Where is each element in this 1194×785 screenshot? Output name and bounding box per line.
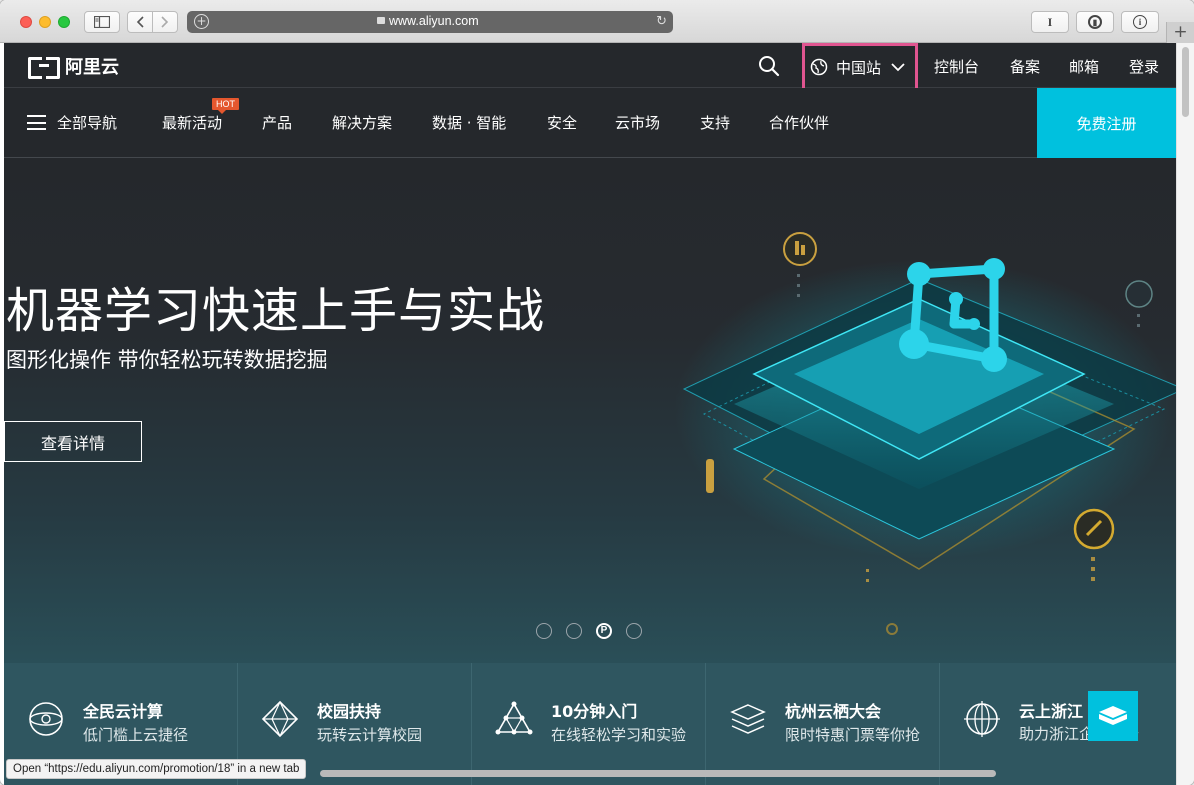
password-manager-button[interactable]: ▮ xyxy=(1076,11,1114,33)
free-register-button[interactable]: 免费注册 xyxy=(1037,88,1176,158)
chevron-down-icon xyxy=(891,63,905,72)
password-manager-icon: ▮ xyxy=(1088,15,1102,29)
minimize-window-button[interactable] xyxy=(39,16,51,28)
nav-item-support[interactable]: 支持 xyxy=(700,112,730,133)
vertical-scrollbar[interactable] xyxy=(1176,43,1194,785)
feature-card[interactable]: 杭州云栖大会 限时特惠门票等你抢 xyxy=(706,663,940,785)
icp-filing-link[interactable]: 备案 xyxy=(1010,56,1040,77)
machine-learning-illustration xyxy=(674,232,1176,635)
carousel-dot-active[interactable]: P xyxy=(596,623,612,639)
hero-banner[interactable]: 机器学习快速上手与实战 图形化操作 带你轻松玩转数据挖掘 查看详情 P xyxy=(4,159,1176,663)
url-display: www.aliyun.com xyxy=(377,14,479,28)
diamond-network-icon xyxy=(261,700,299,738)
aliyun-logo[interactable]: 阿里云 xyxy=(27,53,119,79)
view-details-button[interactable]: 查看详情 xyxy=(4,421,142,462)
carousel-pagination: P xyxy=(536,623,642,639)
mail-link[interactable]: 邮箱 xyxy=(1069,56,1099,77)
url-text: www.aliyun.com xyxy=(389,14,479,28)
feature-subtitle: 低门槛上云捷径 xyxy=(83,726,189,744)
nav-item-data-intelligence[interactable]: 数据 · 智能 xyxy=(432,112,506,133)
nav-item-partners[interactable]: 合作伙伴 xyxy=(769,112,829,133)
address-bar[interactable]: + www.aliyun.com ↻ xyxy=(187,11,673,33)
feature-card[interactable]: 10分钟入门 在线轻松学习和实验 xyxy=(472,663,706,785)
lock-icon xyxy=(377,17,385,24)
close-window-button[interactable] xyxy=(20,16,32,28)
forward-button[interactable] xyxy=(152,11,178,33)
nav-all[interactable]: 全部导航 xyxy=(57,112,117,133)
new-tab-button[interactable]: + xyxy=(1166,22,1194,43)
feature-title: 杭州云栖大会 xyxy=(785,702,882,721)
nav-item-security[interactable]: 安全 xyxy=(547,112,577,133)
horizontal-scrollbar[interactable] xyxy=(320,770,996,777)
link-status-bar: Open “https://edu.aliyun.com/promotion/1… xyxy=(6,759,307,779)
browser-window: + www.aliyun.com ↻ I ▮ i + 阿里云 中国站 控制台 备… xyxy=(0,0,1194,785)
sidebar-icon xyxy=(94,16,110,28)
feature-title: 10分钟入门 xyxy=(551,702,638,721)
chat-widget-button[interactable] xyxy=(1088,691,1138,741)
globe-icon xyxy=(29,702,63,736)
globe-icon xyxy=(810,58,828,76)
info-icon-glyph: i xyxy=(1138,17,1142,27)
scrollbar-thumb[interactable] xyxy=(1182,47,1189,117)
reader-button[interactable]: I xyxy=(1031,11,1069,33)
chevron-left-icon xyxy=(136,16,144,28)
sidebar-toggle-button[interactable] xyxy=(84,11,120,33)
feature-card[interactable]: 云上浙江 助力浙江企业上云 xyxy=(940,663,1174,785)
region-selector[interactable]: 中国站 xyxy=(802,43,918,91)
back-button[interactable] xyxy=(127,11,153,33)
main-navigation: 全部导航 HOT 最新活动 产品 解决方案 数据 · 智能 安全 云市场 支持 … xyxy=(4,88,1176,158)
nav-item-products[interactable]: 产品 xyxy=(262,112,292,133)
browser-toolbar: + www.aliyun.com ↻ I ▮ i + xyxy=(0,0,1194,43)
add-bookmark-icon[interactable]: + xyxy=(194,14,209,29)
hamburger-menu-icon[interactable] xyxy=(27,115,46,130)
feature-subtitle: 限时特惠门票等你抢 xyxy=(785,726,921,744)
feature-title: 全民云计算 xyxy=(83,702,164,721)
info-button[interactable]: i xyxy=(1121,11,1159,33)
console-link[interactable]: 控制台 xyxy=(934,56,979,77)
feature-subtitle: 在线轻松学习和实验 xyxy=(551,726,687,744)
site-header: 阿里云 中国站 控制台 备案 邮箱 登录 xyxy=(4,43,1176,91)
logo-text: 阿里云 xyxy=(65,57,119,78)
reader-icon: I xyxy=(1047,14,1053,29)
aliyun-logo-icon xyxy=(27,55,61,79)
nav-item-marketplace[interactable]: 云市场 xyxy=(615,112,660,133)
chat-icon xyxy=(1099,706,1127,725)
carousel-dot[interactable] xyxy=(566,623,582,639)
region-label: 中国站 xyxy=(836,58,882,77)
info-icon: i xyxy=(1133,15,1147,29)
nav-item-solutions[interactable]: 解决方案 xyxy=(332,112,392,133)
hot-badge: HOT xyxy=(212,98,239,114)
carousel-dot[interactable] xyxy=(626,623,642,639)
triangle-network-icon xyxy=(495,701,533,735)
plus-icon: + xyxy=(1173,22,1188,42)
nav-item-latest-events[interactable]: 最新活动 xyxy=(162,112,222,133)
zoom-window-button[interactable] xyxy=(58,16,70,28)
target-globe-icon xyxy=(964,701,1000,737)
feature-title: 校园扶持 xyxy=(317,702,382,721)
chevron-right-icon xyxy=(161,16,169,28)
carousel-dot[interactable] xyxy=(536,623,552,639)
feature-title: 云上浙江 xyxy=(1019,702,1084,721)
reload-icon[interactable]: ↻ xyxy=(656,14,667,29)
hero-title: 机器学习快速上手与实战 xyxy=(6,283,546,339)
web-page: 阿里云 中国站 控制台 备案 邮箱 登录 全部导航 HOT 最新活动 产品 解决… xyxy=(4,43,1176,785)
layers-icon xyxy=(730,704,766,734)
hero-subtitle: 图形化操作 带你轻松玩转数据挖掘 xyxy=(6,348,328,372)
feature-subtitle: 玩转云计算校园 xyxy=(317,726,423,744)
login-link[interactable]: 登录 xyxy=(1129,56,1159,77)
search-icon[interactable] xyxy=(758,55,780,77)
